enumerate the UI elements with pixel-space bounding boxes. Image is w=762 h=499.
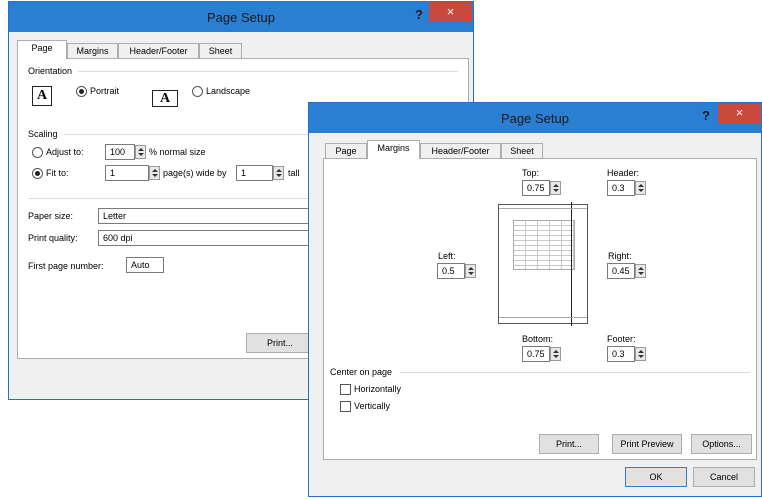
- close-button[interactable]: ×: [429, 2, 472, 22]
- print-button[interactable]: Print...: [246, 333, 314, 353]
- print-quality-label: Print quality:: [28, 233, 78, 243]
- right-margin-guide: [571, 202, 572, 326]
- page-setup-dialog-front: Page Setup ? × Page Margins Header/Foote…: [308, 102, 762, 497]
- print-preview-button[interactable]: Print Preview: [612, 434, 682, 454]
- tab-margins[interactable]: Margins: [67, 43, 118, 59]
- tall-spinner[interactable]: [273, 166, 284, 180]
- tall-label: tall: [288, 168, 300, 178]
- footer-margin-spinner[interactable]: [635, 347, 646, 361]
- vertically-label[interactable]: Vertically: [354, 401, 390, 411]
- divider: [400, 372, 750, 373]
- first-page-input[interactable]: Auto: [126, 257, 164, 273]
- divider: [78, 71, 458, 72]
- dialog-title: Page Setup: [501, 111, 569, 126]
- pages-wide-label: page(s) wide by: [163, 168, 227, 178]
- top-margin-input[interactable]: 0.75: [522, 180, 550, 196]
- scaling-heading: Scaling: [28, 129, 58, 139]
- tab-margins[interactable]: Margins: [367, 140, 420, 159]
- tall-input[interactable]: 1: [236, 165, 273, 181]
- horizontally-checkbox[interactable]: [340, 384, 351, 395]
- adjust-to-radio[interactable]: [32, 147, 43, 158]
- vertically-checkbox[interactable]: [340, 401, 351, 412]
- center-on-page-heading: Center on page: [330, 367, 393, 377]
- header-margin-label: Header:: [607, 168, 640, 178]
- dialog-title: Page Setup: [207, 10, 275, 25]
- ok-button[interactable]: OK: [625, 467, 687, 487]
- close-button[interactable]: ×: [718, 103, 761, 123]
- landscape-radio[interactable]: [192, 86, 203, 97]
- header-margin-spinner[interactable]: [635, 181, 646, 195]
- page-preview: [498, 202, 588, 326]
- orientation-heading: Orientation: [28, 66, 73, 76]
- left-margin-input[interactable]: 0.5: [437, 263, 465, 279]
- fit-to-label[interactable]: Fit to:: [46, 168, 69, 178]
- left-margin-spinner[interactable]: [465, 264, 476, 278]
- top-margin-label: Top:: [522, 168, 540, 178]
- preview-grid: [513, 220, 575, 270]
- footer-margin-input[interactable]: 0.3: [607, 346, 635, 362]
- portrait-icon: A: [32, 86, 52, 106]
- pages-wide-input[interactable]: 1: [105, 165, 149, 181]
- tab-page[interactable]: Page: [17, 40, 67, 59]
- right-margin-input[interactable]: 0.45: [607, 263, 635, 279]
- print-button[interactable]: Print...: [539, 434, 599, 454]
- adjust-to-spinner[interactable]: [135, 145, 146, 159]
- adjust-to-input[interactable]: 100: [105, 144, 135, 160]
- tab-sheet[interactable]: Sheet: [501, 143, 543, 159]
- help-button[interactable]: ?: [698, 108, 714, 123]
- top-margin-guide: [499, 208, 587, 209]
- bottom-margin-label: Bottom:: [522, 334, 554, 344]
- cancel-button[interactable]: Cancel: [693, 467, 755, 487]
- adjust-to-label[interactable]: Adjust to:: [46, 147, 84, 157]
- portrait-label[interactable]: Portrait: [90, 86, 119, 96]
- paper-size-select[interactable]: Letter: [98, 208, 328, 224]
- pages-wide-spinner[interactable]: [149, 166, 160, 180]
- tab-panel: Top: 0.75 Header: 0.3 Left: 0.5 Right: 0…: [323, 158, 757, 460]
- tab-sheet[interactable]: Sheet: [199, 43, 242, 59]
- fit-to-radio[interactable]: [32, 168, 43, 179]
- bottom-margin-spinner[interactable]: [550, 347, 561, 361]
- print-quality-select[interactable]: 600 dpi: [98, 230, 328, 246]
- bottom-margin-input[interactable]: 0.75: [522, 346, 550, 362]
- right-margin-spinner[interactable]: [635, 264, 646, 278]
- horizontally-label[interactable]: Horizontally: [354, 384, 401, 394]
- options-button[interactable]: Options...: [691, 434, 752, 454]
- first-page-label: First page number:: [28, 261, 104, 271]
- paper-size-label: Paper size:: [28, 211, 74, 221]
- bottom-margin-guide: [499, 317, 587, 318]
- normal-size-label: % normal size: [149, 147, 206, 157]
- tab-page[interactable]: Page: [325, 143, 367, 159]
- portrait-radio[interactable]: [76, 86, 87, 97]
- landscape-icon: A: [152, 90, 178, 107]
- header-margin-input[interactable]: 0.3: [607, 180, 635, 196]
- tab-header-footer[interactable]: Header/Footer: [118, 43, 199, 59]
- left-margin-label: Left:: [438, 251, 456, 261]
- top-margin-spinner[interactable]: [550, 181, 561, 195]
- tab-header-footer[interactable]: Header/Footer: [420, 143, 501, 159]
- footer-margin-label: Footer:: [607, 334, 636, 344]
- help-button[interactable]: ?: [411, 7, 427, 22]
- right-margin-label: Right:: [608, 251, 632, 261]
- landscape-label[interactable]: Landscape: [206, 86, 250, 96]
